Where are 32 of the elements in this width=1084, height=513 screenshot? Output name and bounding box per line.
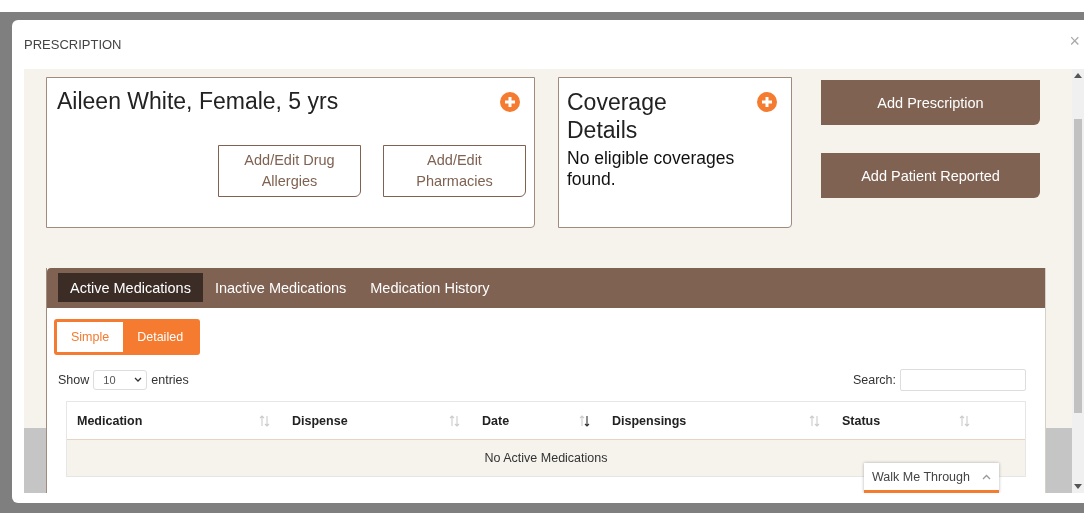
column-header[interactable]: Medication bbox=[67, 402, 282, 439]
column-header[interactable]: Date bbox=[472, 402, 602, 439]
action-button[interactable]: Add Patient Reported bbox=[821, 153, 1040, 198]
chevron-icon bbox=[134, 377, 143, 383]
empty-message: No Active Medications bbox=[484, 451, 608, 465]
tab[interactable]: Inactive Medications bbox=[202, 273, 359, 302]
patient-name: Aileen White, Female, 5 yrs bbox=[57, 88, 339, 115]
entries-label: entries bbox=[151, 373, 189, 387]
column-header[interactable]: Dispensings bbox=[602, 402, 832, 439]
outline-button[interactable]: Add/Edit Drug Allergies bbox=[218, 145, 361, 197]
search-field[interactable] bbox=[900, 369, 1026, 391]
dialog-title: PRESCRIPTION bbox=[24, 37, 122, 52]
add-icon[interactable] bbox=[500, 92, 520, 112]
scrollbar[interactable] bbox=[1072, 69, 1084, 493]
action-button[interactable]: Add Prescription bbox=[821, 80, 1040, 125]
caret-icon bbox=[982, 473, 991, 480]
outline-button[interactable]: Add/Edit Pharmacies bbox=[383, 145, 526, 197]
coverage-message: No eligible coverages found. bbox=[567, 148, 736, 190]
search-label: Search: bbox=[852, 373, 896, 387]
entries-select[interactable]: 10 bbox=[93, 370, 148, 390]
coverage-title: Coverage Details bbox=[567, 88, 668, 144]
tab[interactable]: Medication History bbox=[358, 273, 502, 302]
column-header[interactable]: Dispense bbox=[282, 402, 472, 439]
scroll-thumb[interactable] bbox=[1074, 119, 1082, 413]
sort-icon[interactable] bbox=[579, 414, 590, 427]
tab[interactable]: Active Medications bbox=[58, 273, 203, 302]
add-icon[interactable] bbox=[757, 92, 777, 112]
scroll-up-icon[interactable] bbox=[1074, 73, 1082, 79]
walk-me-through-widget[interactable]: Walk Me Through bbox=[864, 463, 999, 493]
column-header[interactable]: Status bbox=[832, 402, 982, 439]
show-label: Show bbox=[58, 373, 90, 387]
scroll-down-icon[interactable] bbox=[1074, 483, 1082, 489]
